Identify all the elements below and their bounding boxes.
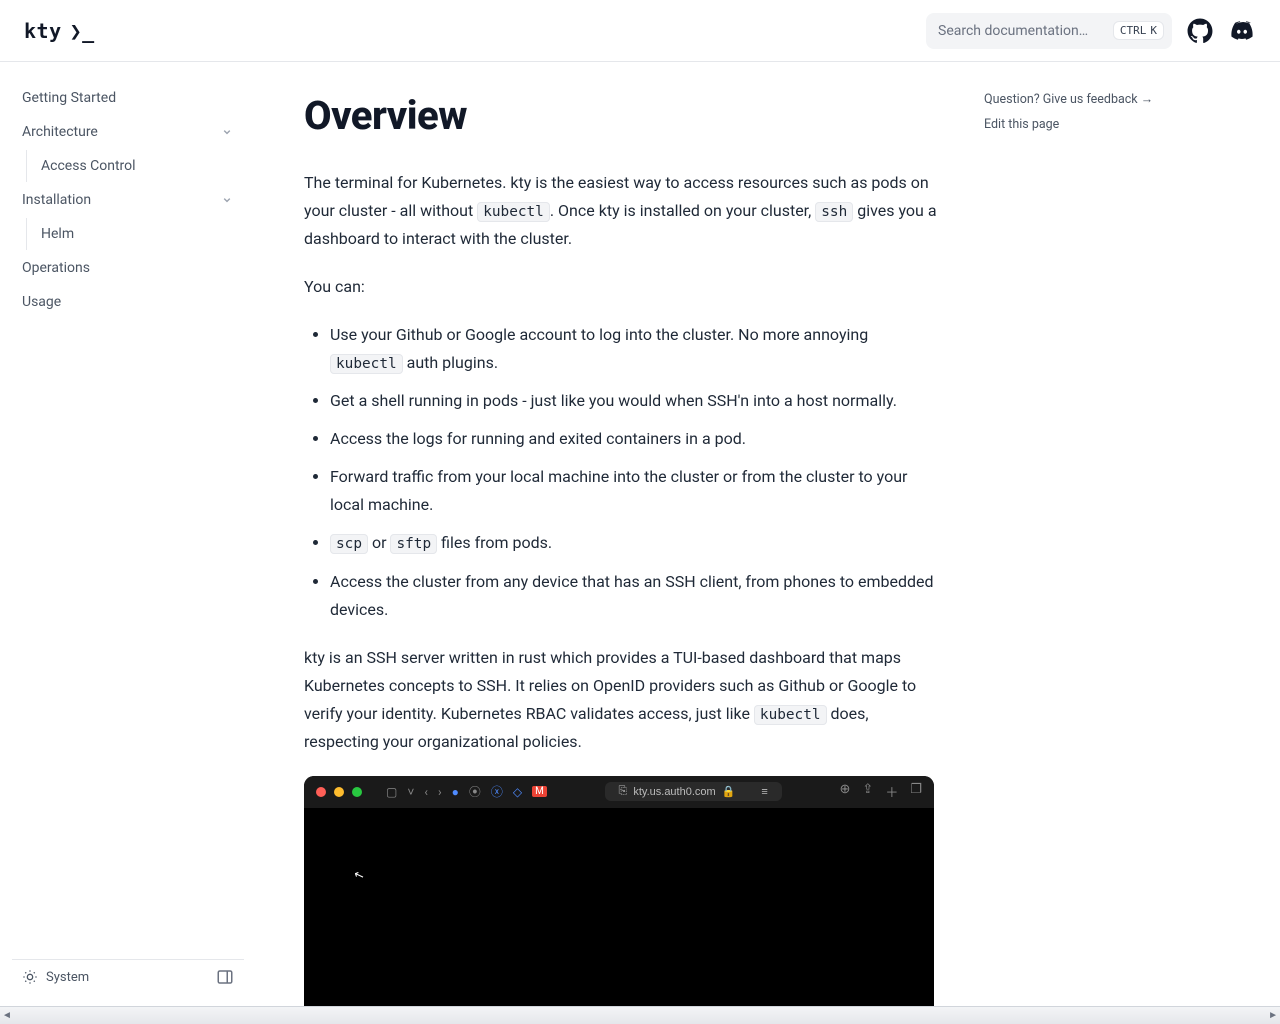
sidebar-item-label: Installation [22,192,91,208]
chevron-down-icon: ˅ [407,785,414,799]
plus-icon: ＋ [885,782,898,801]
main-content: Overview The terminal for Kubernetes. kt… [256,62,1280,1024]
code-scp: scp [330,534,368,554]
feature-list: Use your Github or Google account to log… [304,321,944,623]
code-kubectl: kubectl [477,202,550,222]
sidebar-nav: Getting Started Architecture Access Cont… [0,62,256,1024]
sidebar-item-label: Operations [22,260,90,276]
chevron-down-icon [220,193,234,207]
logo[interactable]: kty ❯_ [24,19,95,43]
chevron-down-icon [220,125,234,139]
sidebar-item-architecture[interactable]: Architecture [12,116,244,148]
search-shortcut: CTRL K [1113,21,1164,40]
back-icon: ‹ [424,785,428,799]
logo-prompt-icon: ❯_ [70,19,95,43]
sun-icon [22,969,38,985]
logo-text: kty [24,19,62,43]
diamond-icon: ◇ [513,785,522,799]
reader-icon: ≡ [761,786,767,798]
cursor-icon: ↖ [352,867,366,884]
window-min-icon [334,787,344,797]
list-item: Access the cluster from any device that … [330,568,944,624]
scroll-left-icon[interactable]: ◄ [2,1010,12,1021]
scroll-right-icon[interactable]: ► [1268,1010,1278,1021]
list-item: Use your Github or Google account to log… [330,321,944,377]
download-icon: ⊕ [840,782,851,801]
screenshot-url-bar: ⎘ kty.us.auth0.com 🔒 ≡ [605,782,782,801]
sidebar-item-usage[interactable]: Usage [12,286,244,318]
list-item: Get a shell running in pods - just like … [330,387,944,415]
sidebar-item-installation[interactable]: Installation [12,184,244,216]
site-header: kty ❯_ Search documentation… CTRL K [0,0,1280,62]
sidebar-footer: System [12,959,244,994]
sidebar-item-access-control[interactable]: Access Control [26,150,244,182]
sidebar-icon: ▢ [386,785,397,799]
you-can-label: You can: [304,273,944,301]
sidebar-item-getting-started[interactable]: Getting Started [12,82,244,114]
discord-icon[interactable] [1228,17,1256,45]
search-input[interactable]: Search documentation… CTRL K [926,13,1172,49]
tabs-icon: ❐ [910,782,922,801]
share-icon: ⇪ [862,782,873,801]
code-ssh: ssh [815,202,853,222]
window-max-icon [352,787,362,797]
github-icon[interactable] [1186,17,1214,45]
code-kubectl: kubectl [330,354,403,374]
x-icon: ⓧ [491,783,503,800]
horizontal-scrollbar[interactable]: ◄ ► [0,1006,1280,1024]
desc-paragraph: kty is an SSH server written in rust whi… [304,644,944,756]
mail-icon: M [532,786,547,797]
list-item: Access the logs for running and exited c… [330,425,944,453]
window-close-icon [316,787,326,797]
code-sftp: sftp [390,534,437,554]
code-kubectl: kubectl [754,705,827,725]
theme-label: System [46,970,89,985]
list-item: Forward traffic from your local machine … [330,463,944,519]
zoom-icon: ⦿ [469,783,481,800]
sidebar-item-label: Getting Started [22,90,116,106]
screenshot-titlebar: ▢ ˅ ‹ › ● ⦿ ⓧ ◇ M ⎘ kty.us.auth0.c [304,776,934,808]
sidebar-item-label: Architecture [22,124,98,140]
demo-screenshot: ▢ ˅ ‹ › ● ⦿ ⓧ ◇ M ⎘ kty.us.auth0.c [304,776,934,1024]
lock-icon: ⎘ [619,785,628,798]
feedback-link[interactable]: Question? Give us feedback → [984,92,1184,107]
article: Overview The terminal for Kubernetes. kt… [304,86,944,1024]
page-title: Overview [304,92,944,139]
page-meta: Question? Give us feedback → Edit this p… [984,86,1184,1024]
sidebar-item-helm[interactable]: Helm [26,218,244,250]
shield-icon: ● [452,785,459,799]
list-item: scp or sftp files from pods. [330,529,944,557]
lock-icon: 🔒 [722,785,736,798]
edit-page-link[interactable]: Edit this page [984,117,1184,132]
intro-paragraph: The terminal for Kubernetes. kty is the … [304,169,944,253]
search-placeholder: Search documentation… [938,23,1113,39]
sidebar-item-operations[interactable]: Operations [12,252,244,284]
sidebar-item-label: Usage [22,294,61,310]
theme-switcher[interactable]: System [22,969,89,985]
sidebar-collapse-icon[interactable] [216,968,234,986]
forward-icon: › [438,785,442,799]
sidebar-item-label: Access Control [41,158,136,174]
sidebar-item-label: Helm [41,226,74,242]
